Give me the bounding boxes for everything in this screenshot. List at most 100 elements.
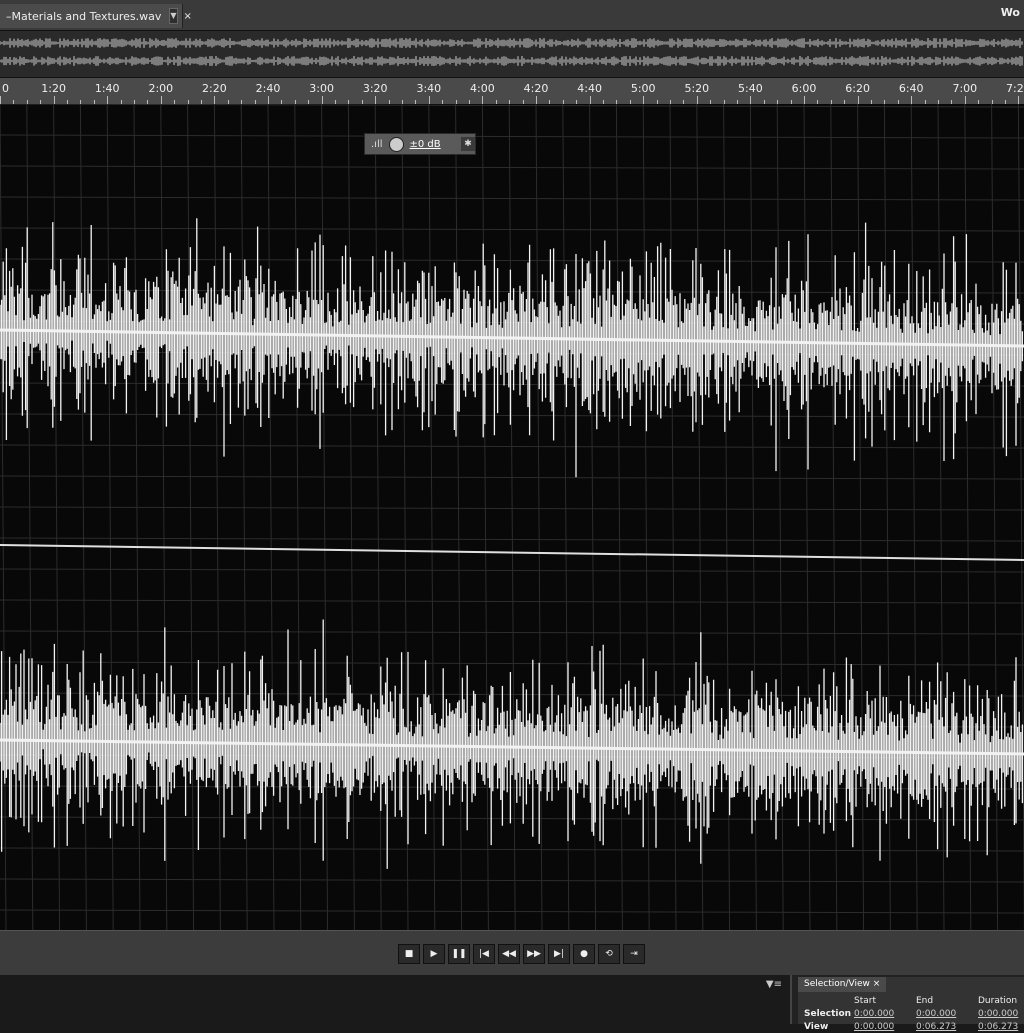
waveform-editor[interactable] <box>0 103 1024 931</box>
fast-forward-button[interactable]: ▶▶ <box>523 944 545 964</box>
view-start-field[interactable]: 0:00.000 <box>854 1022 916 1032</box>
volume-knob[interactable] <box>388 136 404 152</box>
grid-line <box>0 413 1024 418</box>
ruler-tick-label: 5:40 <box>738 82 763 95</box>
grid-line <box>0 227 1024 232</box>
ruler-tick-label: 6:00 <box>791 82 817 95</box>
ruler-tick-label: 2:20 <box>202 82 227 95</box>
ruler-tick <box>911 96 913 104</box>
right-channel-waveform-path <box>0 619 1024 869</box>
grid-line <box>0 692 1024 697</box>
ruler-tick <box>0 96 1 104</box>
ruler-tick-label: 6:40 <box>898 82 924 95</box>
document-tab[interactable]: –Materials and Textures.wav ▼ × <box>0 4 192 28</box>
selection-view-header-row: Start End Duration <box>804 994 1024 1007</box>
ruler-tick-label: 3:00 <box>309 82 334 95</box>
play-button[interactable]: ▶ <box>423 944 445 964</box>
ruler-tick <box>750 96 752 104</box>
transport-bar: ■ ▶ ❚❚ |◀ ◀◀ ▶▶ ▶| ● ⟲ ⇥ <box>0 930 1024 976</box>
gain-value[interactable]: ±0 dB <box>410 139 441 150</box>
rewind-button[interactable]: ◀◀ <box>498 944 520 964</box>
grid-line <box>991 103 999 931</box>
grid-line <box>0 878 1024 883</box>
grid-line <box>160 103 168 931</box>
panel-menu-icon[interactable]: ▼≡ <box>766 979 782 990</box>
ruler-tick <box>53 96 55 104</box>
selection-start-field[interactable]: 0:00.000 <box>854 1009 916 1019</box>
ruler-tick-label: 7:20 <box>1006 82 1024 95</box>
close-icon[interactable]: × <box>873 979 881 989</box>
ruler-tick <box>857 96 859 104</box>
selection-view-grid: Start End Duration Selection 0:00.000 0:… <box>804 994 1024 1033</box>
ruler-tick-label: 3:40 <box>416 82 442 95</box>
ruler-tick <box>589 96 591 104</box>
selection-view-panel: Selection/View × Start End Duration Sele… <box>798 977 1024 1032</box>
grid-line <box>615 103 623 931</box>
ruler-tick-label: 5:00 <box>630 82 656 95</box>
ruler-tick-label: 6:20 <box>845 82 870 95</box>
grid-line <box>0 785 1024 790</box>
bottom-panels: ▼≡ Selection/View × Start End Duration S… <box>0 975 1024 1032</box>
grid-line <box>0 909 1024 914</box>
view-row: View 0:00.000 0:06.273 0:06.273 <box>804 1020 1024 1033</box>
grid-line <box>883 103 891 931</box>
pause-button[interactable]: ❚❚ <box>448 944 470 964</box>
transport-controls: ■ ▶ ❚❚ |◀ ◀◀ ▶▶ ▶| ● ⟲ ⇥ <box>398 944 645 964</box>
level-meter-icon: .ıll <box>371 138 383 150</box>
document-tab-bar: –Materials and Textures.wav ▼ × Wo <box>0 0 1024 31</box>
grid-line <box>455 103 463 931</box>
grid-line <box>1017 103 1024 931</box>
selection-view-tab[interactable]: Selection/View × <box>798 977 886 992</box>
grid-line <box>696 103 704 931</box>
ruler-tick <box>643 96 645 104</box>
grid-line <box>187 103 195 931</box>
grid-line <box>0 165 1024 170</box>
workspace-label[interactable]: Wo <box>1001 6 1020 19</box>
selection-end-field[interactable]: 0:00.000 <box>916 1009 978 1019</box>
ruler-tick-label: 2:40 <box>255 82 281 95</box>
grid-line <box>910 103 918 931</box>
grid-line <box>0 196 1024 201</box>
ruler-tick <box>964 96 966 104</box>
grid-line <box>0 847 1024 852</box>
grid-line <box>0 103 1024 108</box>
document-tab-title[interactable]: –Materials and Textures.wav <box>0 10 161 23</box>
grid-line <box>267 103 275 931</box>
ruler-tick <box>696 96 698 104</box>
overview-waveform[interactable] <box>0 31 1024 78</box>
close-icon[interactable]: × <box>184 11 192 22</box>
view-row-label: View <box>804 1021 829 1032</box>
grid-line <box>0 382 1024 387</box>
ruler-tick <box>1018 96 1020 104</box>
ruler-tick-label: 4:00 <box>470 82 495 95</box>
waveform-display[interactable] <box>0 103 1024 931</box>
pin-icon[interactable]: ✱ <box>461 137 475 151</box>
hud-volume-control[interactable]: .ıll ±0 dB ✱ <box>364 133 476 155</box>
grid-line <box>321 103 329 931</box>
go-to-start-button[interactable]: |◀ <box>473 944 495 964</box>
time-ruler[interactable]: 0 1:20 1:40 2:00 2:20 2:40 3:00 3:20 3:40 4:00 4:2… <box>0 78 1024 105</box>
loop-button[interactable]: ⟲ <box>598 944 620 964</box>
grid-line <box>294 103 302 931</box>
go-to-end-button[interactable]: ▶| <box>548 944 570 964</box>
skip-button[interactable]: ⇥ <box>623 944 645 964</box>
ruler-tick <box>321 96 323 104</box>
grid-line <box>723 103 731 931</box>
ruler-tick-label: 7:00 <box>952 82 978 95</box>
record-button[interactable]: ● <box>573 944 595 964</box>
ruler-tick <box>214 96 216 104</box>
view-end-field[interactable]: 0:06.273 <box>916 1022 978 1032</box>
ruler-tick <box>482 96 484 104</box>
ruler-tick <box>268 96 269 104</box>
right-channel-waveform <box>0 619 1024 869</box>
selection-duration-field[interactable]: 0:00.000 <box>978 1009 1024 1019</box>
grid-line <box>428 103 436 931</box>
ruler-tick <box>428 96 430 104</box>
chevron-down-icon[interactable]: ▼ <box>169 8 178 24</box>
grid-line <box>213 103 221 931</box>
grid-line <box>0 599 1024 604</box>
stop-button[interactable]: ■ <box>398 944 420 964</box>
view-duration-field[interactable]: 0:06.273 <box>978 1022 1024 1032</box>
ruler-tick-label: 1:40 <box>94 82 120 95</box>
ruler-tick-label: 0 <box>2 82 9 95</box>
